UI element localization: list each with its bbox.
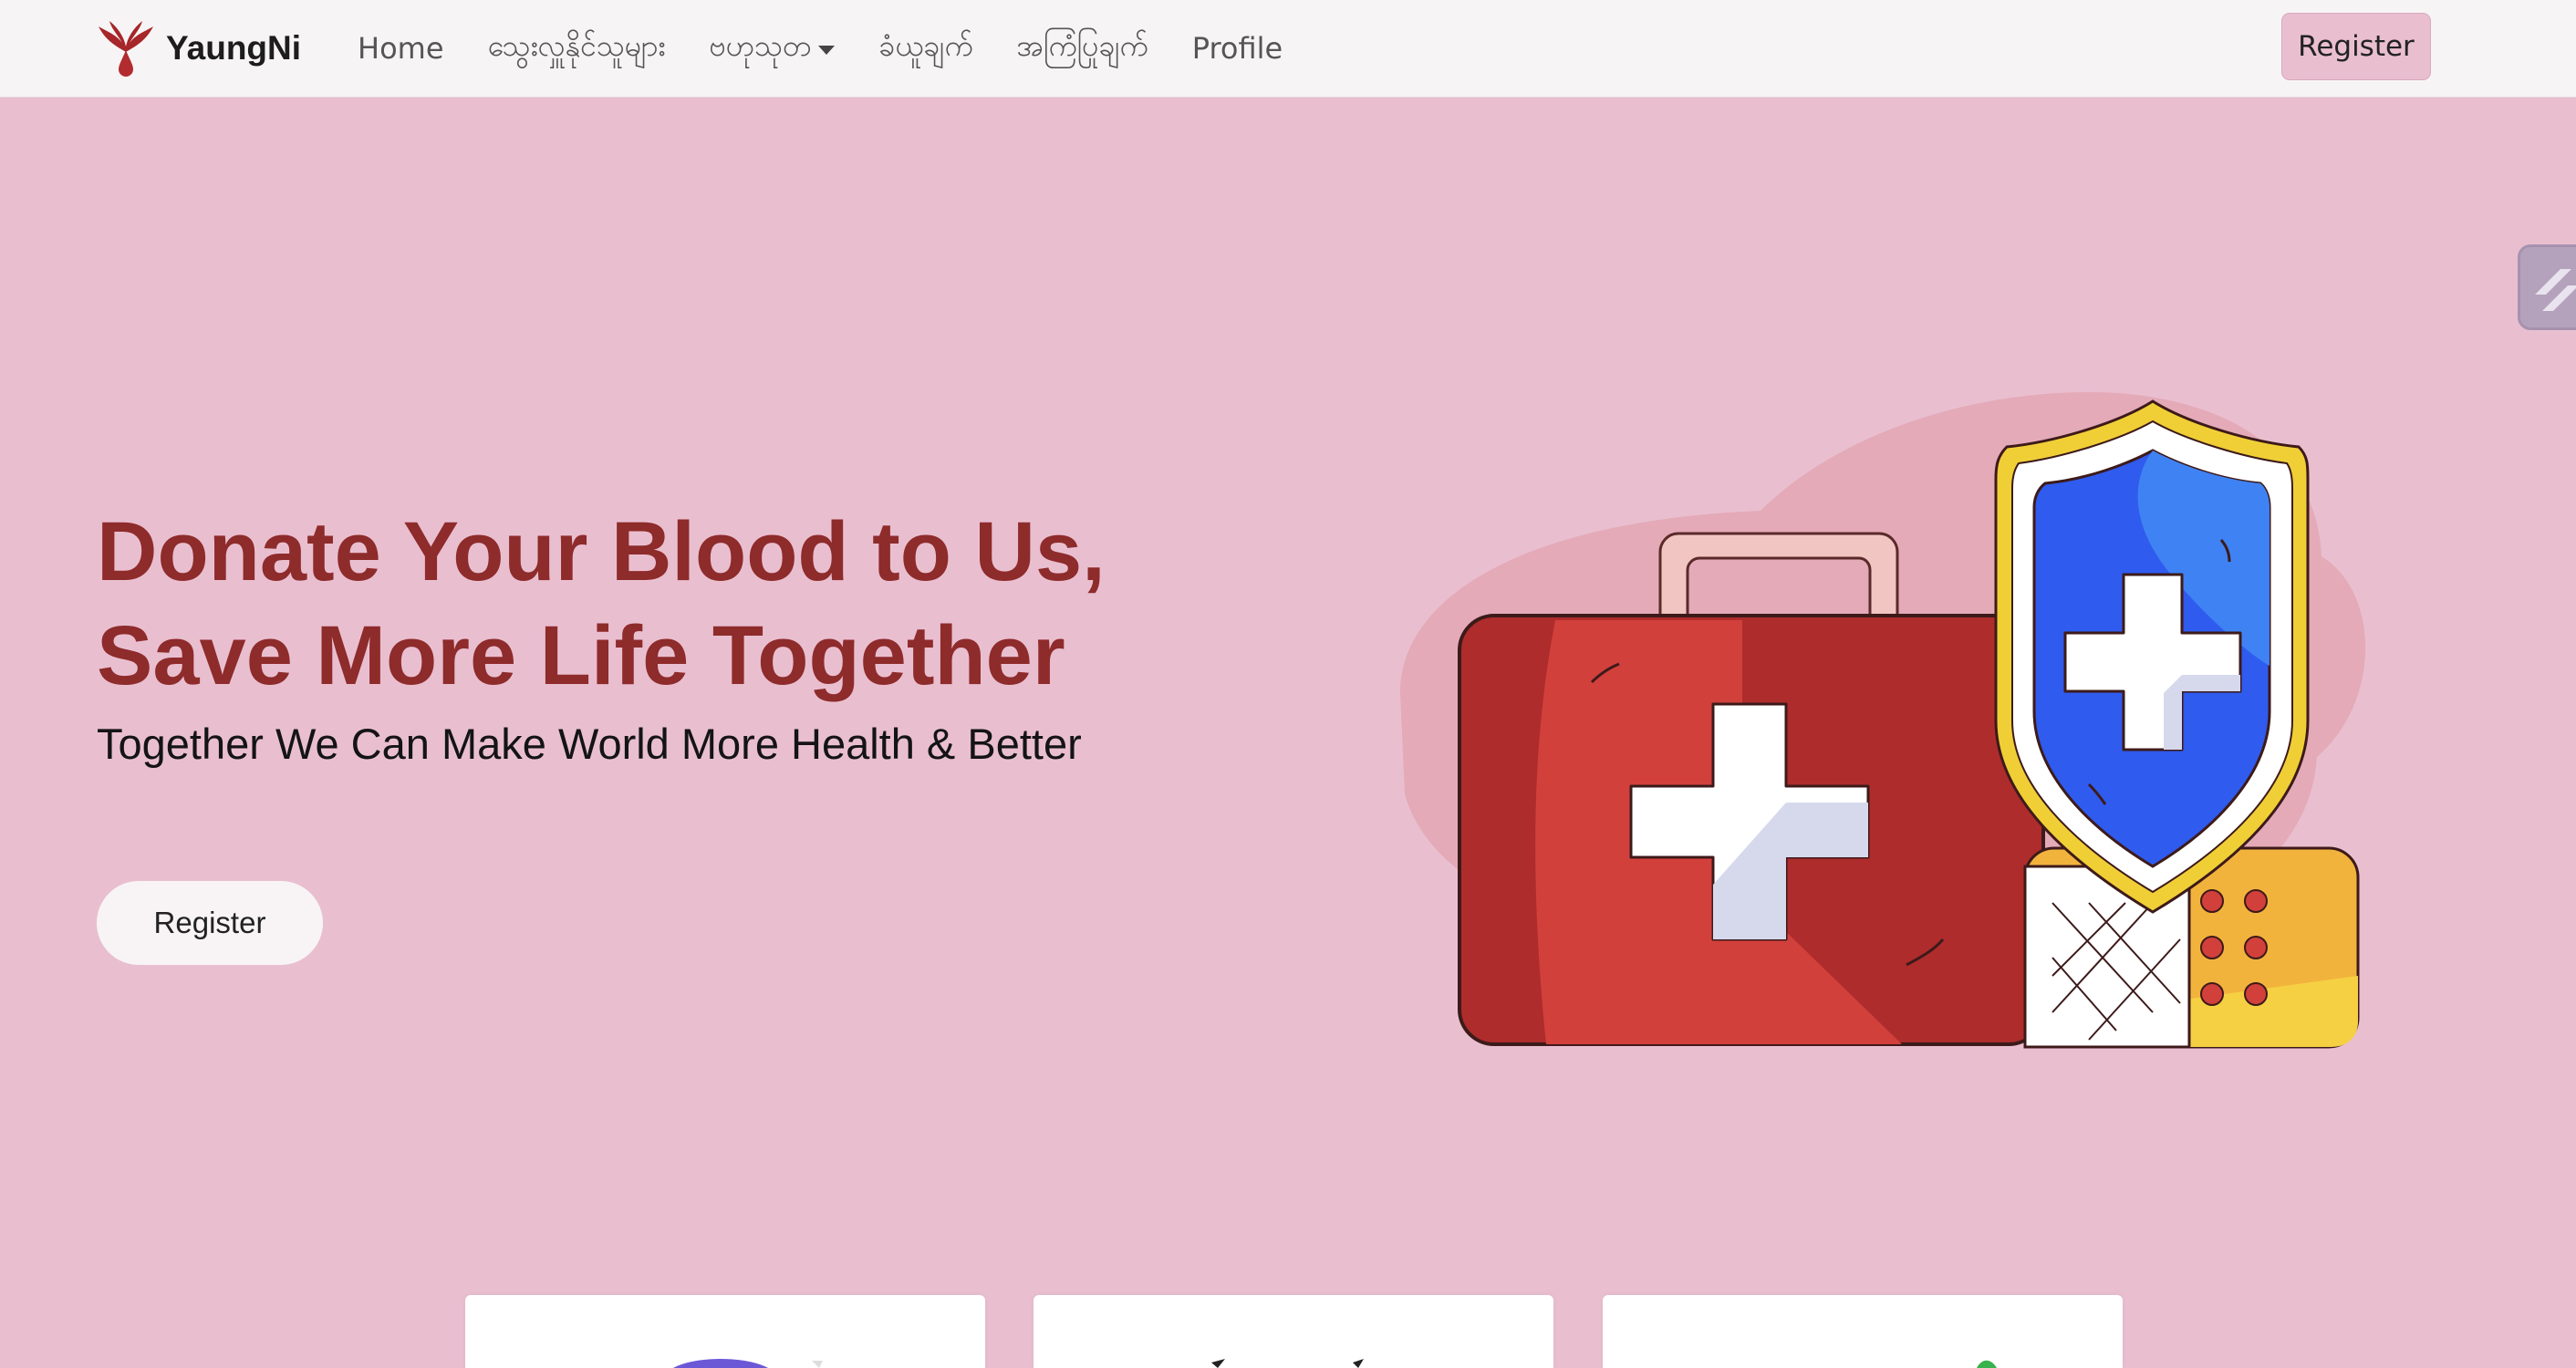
nav-link-belief[interactable]: ခံယူချက် xyxy=(878,26,972,70)
feature-card-1[interactable] xyxy=(465,1295,985,1368)
feature-card-2[interactable] xyxy=(1034,1295,1553,1368)
nav-link-home[interactable]: Home xyxy=(358,31,444,66)
card-2-image xyxy=(1211,1359,1364,1368)
extension-widget-button[interactable] xyxy=(2518,244,2576,330)
hero-subtitle: Together We Can Make World More Health &… xyxy=(97,720,1082,768)
brand-logo[interactable]: YaungNi xyxy=(95,16,301,80)
blood-drop-wings-icon xyxy=(99,21,153,77)
navbar: YaungNi Home သွေးလှူနိုင်သူများ ဗဟုသုတ ခ… xyxy=(0,0,2576,98)
feature-card-3[interactable] xyxy=(1603,1295,2123,1368)
caret-down-icon xyxy=(818,46,836,55)
nav-links: Home သွေးလှူနိုင်သူများ ဗဟုသုတ ခံယူချက် … xyxy=(358,26,1326,71)
nav-register-button[interactable]: Register xyxy=(2281,13,2431,80)
hero-title-line-1: Donate Your Blood to Us, xyxy=(97,505,1106,598)
nav-link-profile[interactable]: Profile xyxy=(1192,31,1283,66)
extension-widget-icon xyxy=(2535,269,2576,311)
nav-link-knowledge-dropdown[interactable]: ဗဟုသုတ xyxy=(710,26,836,70)
hero-title: Donate Your Blood to Us, Save More Life … xyxy=(97,500,1283,708)
hero-title-line-2: Save More Life Together xyxy=(97,609,1065,702)
nav-link-suggestion[interactable]: အကြံပြုချက် xyxy=(1017,26,1148,70)
brand-name: YaungNi xyxy=(166,29,302,67)
card-1-image xyxy=(673,1359,823,1368)
card-3-image xyxy=(1977,1360,1997,1368)
hero-register-button[interactable]: Register xyxy=(97,881,323,965)
nav-link-donors[interactable]: သွေးလှူနိုင်သူများ xyxy=(488,26,666,70)
nav-link-knowledge-label: ဗဟုသုတ xyxy=(709,28,812,63)
medical-kit-shield-illustration xyxy=(1400,392,2366,1049)
